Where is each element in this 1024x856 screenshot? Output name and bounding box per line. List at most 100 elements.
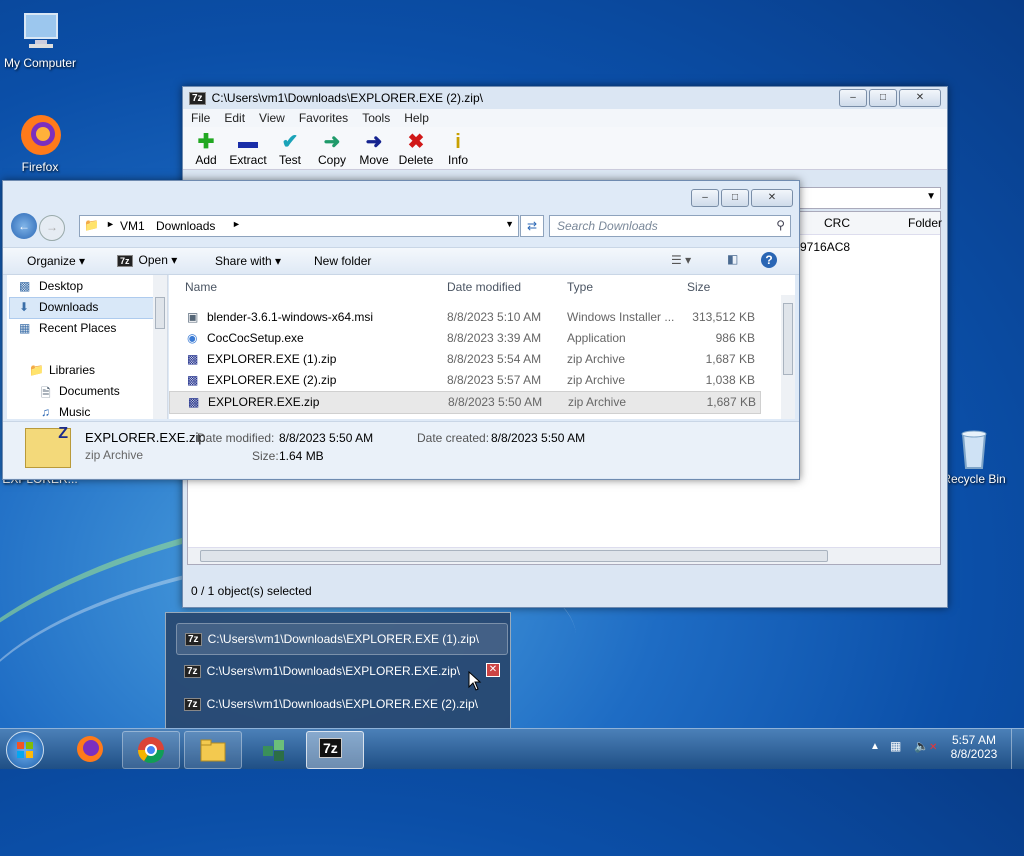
extract-button[interactable]: ▬ Extract: [227, 131, 269, 167]
details-created-label: Date created:: [417, 431, 490, 445]
nav-desktop[interactable]: ▩ Desktop: [19, 279, 83, 293]
network-icon[interactable]: ▦: [890, 739, 901, 753]
menu-file[interactable]: File: [191, 111, 210, 125]
details-type: zip Archive: [85, 448, 144, 462]
chrome-icon: [137, 737, 165, 764]
taskbar-chrome[interactable]: [122, 731, 180, 769]
libraries-icon: 📁: [29, 363, 44, 377]
vertical-scrollbar[interactable]: [153, 275, 167, 419]
view-options-icon[interactable]: ☰ ▾: [671, 253, 691, 267]
sevenzip-icon: 7z: [189, 91, 206, 105]
desktop-icon-my-computer[interactable]: My Computer: [0, 8, 80, 70]
column-header-crc[interactable]: CRC: [824, 216, 850, 230]
scrollbar-thumb[interactable]: [155, 297, 165, 329]
file-row[interactable]: ▣ blender-3.6.1-windows-x64.msi 8/8/2023…: [169, 307, 759, 328]
windows-logo-icon: [17, 742, 33, 758]
column-header-name[interactable]: Name: [185, 275, 217, 299]
delete-button[interactable]: ✖ Delete: [395, 131, 437, 167]
sevenzip-toolbar: ✚ Add ▬ Extract ✔ Test ➜ Copy ➜ Move ✖ Delete …: [183, 127, 947, 170]
desktop-icon-label: Firefox: [21, 160, 59, 174]
test-button[interactable]: ✔ Test: [269, 131, 311, 167]
close-icon[interactable]: ✕: [486, 663, 500, 677]
file-row[interactable]: ▩ EXPLORER.EXE (2).zip 8/8/2023 5:57 AM …: [169, 370, 759, 391]
file-row[interactable]: ▩ EXPLORER.EXE (1).zip 8/8/2023 5:54 AM …: [169, 349, 759, 370]
horizontal-scrollbar[interactable]: [188, 547, 940, 564]
menu-edit[interactable]: Edit: [224, 111, 245, 125]
sevenzip-title: C:\Users\vm1\Downloads\EXPLORER.EXE (2).…: [211, 91, 483, 105]
scrollbar-thumb[interactable]: [783, 303, 793, 375]
preview-item[interactable]: 7z C:\Users\vm1\Downloads\EXPLORER.EXE (1…: [176, 623, 508, 655]
desktop-icon: ▩: [19, 279, 31, 293]
preview-item[interactable]: 7z C:\Users\vm1\Downloads\EXPLORER.EXE.zi…: [176, 656, 506, 686]
sevenzip-icon: 7z: [185, 632, 202, 646]
menu-favorites[interactable]: Favorites: [299, 111, 348, 125]
maximize-button[interactable]: □: [721, 189, 749, 207]
forward-button[interactable]: →: [39, 215, 65, 241]
show-hidden-icons[interactable]: ▲: [870, 741, 880, 752]
nav-recent-places[interactable]: ▦ Recent Places: [19, 321, 116, 335]
help-icon[interactable]: ?: [761, 252, 777, 268]
organize-button[interactable]: Organize ▾: [27, 254, 85, 268]
taskbar-firefox[interactable]: [62, 731, 118, 767]
refresh-icon[interactable]: ⇄: [520, 215, 544, 237]
column-header-date[interactable]: Date modified: [447, 275, 521, 299]
recent-places-icon: ▦: [19, 321, 31, 335]
breadcrumb-downloads[interactable]: Downloads: [156, 219, 215, 233]
search-placeholder: Search Downloads: [557, 219, 658, 233]
minimize-button[interactable]: –: [691, 189, 719, 207]
copy-button[interactable]: ➜ Copy: [311, 131, 353, 167]
show-desktop-button[interactable]: [1011, 729, 1024, 769]
menu-tools[interactable]: Tools: [362, 111, 390, 125]
sevenzip-menubar: File Edit View Favorites Tools Help: [183, 109, 947, 127]
desktop-icon-firefox[interactable]: Firefox: [0, 112, 80, 174]
details-modified: 8/8/2023 5:50 AM: [279, 431, 374, 445]
breadcrumb-chevron-icon: ►: [106, 219, 115, 229]
sevenzip-icon: 7z: [117, 255, 133, 267]
search-input[interactable]: Search Downloads ⚲: [549, 215, 791, 237]
taskbar-app[interactable]: [246, 731, 302, 767]
chevron-down-icon[interactable]: ▼: [505, 219, 514, 229]
close-button[interactable]: ✕: [899, 89, 941, 107]
nav-documents[interactable]: 🗎 Documents: [41, 384, 120, 400]
sevenzip-titlebar[interactable]: 7z C:\Users\vm1\Downloads\EXPLORER.EXE (…: [183, 87, 947, 109]
vertical-scrollbar[interactable]: [781, 295, 795, 419]
preview-pane-icon[interactable]: ◧: [727, 252, 738, 266]
column-header-type[interactable]: Type: [567, 275, 593, 299]
open-button[interactable]: 7z Open ▾: [117, 253, 177, 267]
clock[interactable]: 5:57 AM 8/8/2023: [944, 733, 1004, 761]
cubes-icon: [263, 740, 284, 761]
plus-icon: ✚: [197, 131, 215, 153]
nav-downloads[interactable]: ⬇ Downloads: [19, 300, 98, 314]
menu-help[interactable]: Help: [404, 111, 429, 125]
file-row-selected[interactable]: ▩ EXPLORER.EXE.zip 8/8/2023 5:50 AM zip …: [169, 391, 761, 414]
maximize-button[interactable]: □: [869, 89, 897, 107]
add-button[interactable]: ✚ Add: [185, 131, 227, 167]
share-with-button[interactable]: Share with ▾: [215, 254, 281, 268]
address-bar[interactable]: 📁 ► VM1 Downloads ► ▼: [79, 215, 519, 237]
info-button[interactable]: i Info: [437, 131, 479, 167]
nav-music[interactable]: ♫ Music: [41, 405, 90, 419]
start-button[interactable]: [6, 731, 44, 769]
file-row[interactable]: ◉ CocCocSetup.exe 8/8/2023 3:39 AM Appli…: [169, 328, 759, 349]
zip-file-icon: ▩: [187, 373, 199, 387]
preview-item[interactable]: 7z C:\Users\vm1\Downloads\EXPLORER.EXE (2…: [176, 689, 506, 719]
taskbar-sevenzip[interactable]: 7z: [306, 731, 364, 769]
firefox-icon: [17, 112, 63, 158]
minimize-button[interactable]: –: [839, 89, 867, 107]
column-header-size[interactable]: Size: [687, 275, 710, 299]
scrollbar-thumb[interactable]: [200, 550, 828, 562]
move-button[interactable]: ➜ Move: [353, 131, 395, 167]
column-header-folder[interactable]: Folder: [908, 216, 942, 230]
arrow-right-icon: ➜: [323, 131, 341, 153]
nav-libraries[interactable]: 📁 Libraries: [29, 363, 95, 377]
close-button[interactable]: ✕: [751, 189, 793, 207]
new-folder-button[interactable]: New folder: [314, 254, 371, 268]
taskbar-explorer[interactable]: [184, 731, 242, 769]
path-combo[interactable]: ▼: [799, 187, 941, 209]
volume-muted-icon[interactable]: 🔈✕: [914, 739, 937, 753]
zip-folder-icon: Z: [25, 425, 71, 468]
breadcrumb-vm1[interactable]: VM1: [120, 219, 145, 233]
menu-view[interactable]: View: [259, 111, 285, 125]
clock-date: 8/8/2023: [950, 747, 998, 761]
back-button[interactable]: ←: [11, 213, 37, 239]
